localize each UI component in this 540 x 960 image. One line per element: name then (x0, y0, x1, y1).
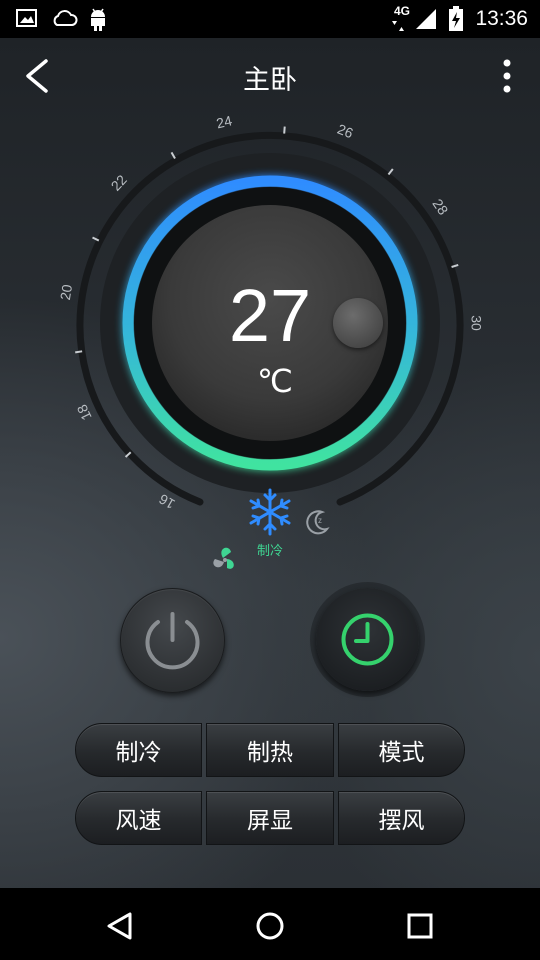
timer-clock-icon (341, 613, 394, 666)
power-button[interactable] (120, 588, 225, 693)
home-circle-icon[interactable] (250, 906, 290, 946)
dial-tick-label: 26 (335, 121, 356, 142)
down-up-arrows-icon (392, 21, 404, 31)
dial-tick-label: 22 (108, 171, 130, 193)
fan-icon (213, 547, 234, 569)
svg-text:z: z (318, 516, 322, 525)
dial-tick-label: 28 (429, 196, 451, 218)
control-row-2: 风速 屏显 摆风 (75, 791, 465, 845)
image-icon (16, 9, 37, 27)
signal-icon (416, 9, 436, 29)
heat-button[interactable]: 制热 (206, 723, 334, 777)
mode-label: 制冷 (256, 544, 283, 559)
android-icon (91, 8, 105, 31)
temperature-unit: ℃ (257, 362, 293, 400)
dial-tick (387, 168, 394, 176)
dial-tick-label: 24 (215, 112, 234, 131)
dial-tick-label: 16 (156, 491, 178, 513)
control-button-grid: 制冷 制热 模式 风速 屏显 摆风 (75, 723, 465, 859)
dial-tick (283, 126, 286, 134)
dial-tick-label: 18 (73, 402, 94, 423)
dial-knob[interactable] (333, 298, 383, 348)
swing-button[interactable]: 摆风 (338, 791, 465, 845)
display-button[interactable]: 屏显 (206, 791, 334, 845)
navigation-bar (0, 888, 540, 960)
network-type: 4G (393, 4, 410, 18)
timer-button[interactable] (316, 588, 419, 691)
back-triangle-icon[interactable] (100, 906, 140, 946)
dial-tick (170, 151, 176, 159)
cloud-icon (53, 10, 78, 26)
control-row-1: 制冷 制热 模式 (75, 723, 465, 777)
fan-speed-button[interactable]: 风速 (75, 791, 202, 845)
dial-tick-label: 30 (468, 315, 484, 331)
recents-square-icon[interactable] (400, 906, 440, 946)
snowflake-icon (249, 488, 291, 536)
sleep-moon-icon: z (306, 510, 330, 535)
battery-icon (449, 6, 463, 31)
app-screen: 主卧 16 18 20 22 24 26 28 30 z 27 ℃ 制冷 制冷 … (0, 38, 540, 888)
status-bar: 4G 13:36 (0, 0, 540, 38)
power-icon (145, 612, 200, 670)
cool-button[interactable]: 制冷 (75, 723, 202, 777)
dial-tick (75, 350, 83, 354)
clock: 13:36 (475, 7, 528, 30)
mode-button[interactable]: 模式 (338, 723, 465, 777)
dial-tick-label: 20 (57, 283, 75, 301)
